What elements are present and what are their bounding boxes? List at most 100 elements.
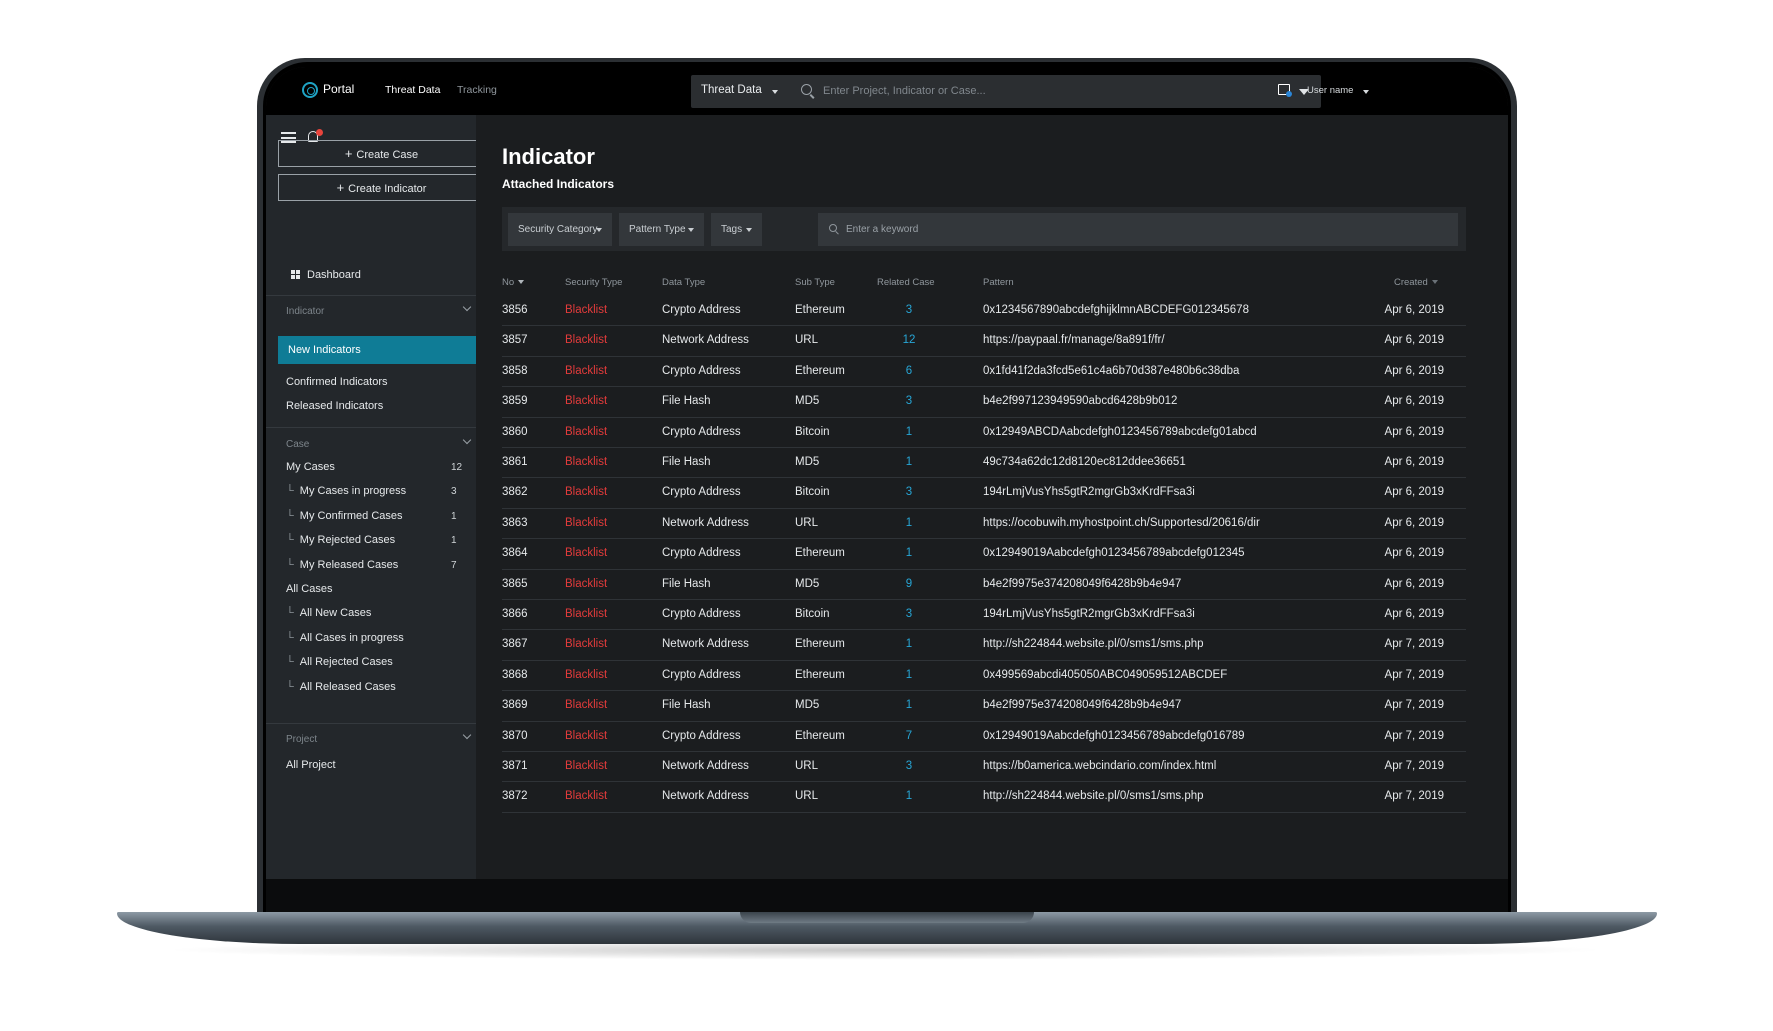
data-type: Crypto Address [662, 425, 741, 438]
filter-label: Pattern Type [629, 224, 686, 235]
sort-arrow-icon [1431, 280, 1438, 285]
sidebar-item-case[interactable]: All Cases [286, 583, 332, 595]
chevron-down-icon[interactable] [462, 435, 472, 445]
sidebar-item-case[interactable]: └ My Released Cases [286, 559, 398, 571]
related-case-link[interactable]: 3 [897, 486, 921, 498]
user-menu[interactable]: User name [1307, 85, 1353, 96]
data-type: Network Address [662, 790, 749, 803]
column-sub-type[interactable]: Sub Type [795, 277, 835, 288]
table-row[interactable]: 3863 Blacklist Network Address URL 1 https://… [502, 509, 1466, 540]
sidebar-item-dashboard[interactable]: Dashboard [307, 269, 361, 281]
chevron-down-icon[interactable] [462, 302, 472, 312]
column-security-type[interactable]: Security Type [565, 277, 622, 288]
sidebar-item-case[interactable]: └ All Cases in progress [286, 632, 404, 644]
keyword-input[interactable] [846, 220, 1436, 238]
sidebar-item-confirmed-indicators[interactable]: Confirmed Indicators [286, 376, 388, 388]
column-no[interactable]: No [502, 277, 525, 288]
sub-type: Bitcoin [795, 486, 830, 499]
table-row[interactable]: 3867 Blacklist Network Address Ethereum 1 htt… [502, 630, 1466, 661]
sidebar-item-label: New Indicators [288, 344, 361, 356]
related-case-link[interactable]: 1 [897, 638, 921, 650]
column-created[interactable]: Created [1394, 277, 1438, 288]
related-case-link[interactable]: 9 [897, 578, 921, 590]
table-row[interactable]: 3856 Blacklist Crypto Address Ethereum 3 0x12… [502, 296, 1466, 327]
app-screen: Portal Threat Data Tracking Threat Data … [266, 67, 1508, 879]
sidebar-item-released-indicators[interactable]: Released Indicators [286, 400, 383, 412]
related-case-link[interactable]: 1 [897, 426, 921, 438]
pattern: https://ocobuwih.myhostpoint.ch/Supporte… [983, 516, 1260, 529]
related-case-link[interactable]: 1 [897, 456, 921, 468]
related-case-link[interactable]: 7 [897, 730, 921, 742]
pattern: 0x1234567890abcdefghijklmnABCDEFG0123456… [983, 304, 1249, 316]
filter-security-category[interactable]: Security Category [508, 213, 612, 246]
sub-item-hook-icon: └ [286, 607, 294, 620]
sidebar-item-case[interactable]: └ All Released Cases [286, 681, 396, 693]
table-row[interactable]: 3871 Blacklist Network Address URL 3 https://… [502, 752, 1466, 783]
table-row[interactable]: 3859 Blacklist File Hash MD5 3 b4e2f997123949… [502, 387, 1466, 418]
table-row[interactable]: 3872 Blacklist Network Address URL 1 http://s… [502, 782, 1466, 813]
sidebar-item-new-indicators[interactable]: New Indicators [278, 336, 485, 364]
sidebar-item-case[interactable]: └ My Rejected Cases [286, 534, 395, 546]
sidebar-item-case[interactable]: └ My Confirmed Cases [286, 510, 403, 522]
section-project-header[interactable]: Project [286, 734, 317, 745]
search-scope-select[interactable]: Threat Data [701, 84, 762, 96]
table-row[interactable]: 3866 Blacklist Crypto Address Bitcoin 3 194rL… [502, 600, 1466, 631]
related-case-link[interactable]: 3 [897, 395, 921, 407]
laptop-mockup: Portal Threat Data Tracking Threat Data … [0, 0, 1773, 1031]
security-type: Blacklist [565, 304, 608, 316]
created-date: Apr 6, 2019 [1384, 425, 1444, 438]
global-search-bar: Threat Data [691, 75, 1321, 108]
sidebar-item-all-project[interactable]: All Project [286, 759, 336, 771]
chevron-down-icon[interactable] [1363, 90, 1369, 94]
global-search-input[interactable] [823, 81, 1263, 101]
data-type: Crypto Address [662, 364, 741, 377]
nav-tracking[interactable]: Tracking [457, 84, 497, 96]
column-related-case[interactable]: Related Case [877, 277, 935, 288]
sidebar-item-case[interactable]: My Cases [286, 461, 335, 473]
sub-item-hook-icon: └ [286, 680, 294, 693]
pattern: 0x12949019Aabcdefgh0123456789abcdefg0123… [983, 547, 1245, 560]
nav-threat-data[interactable]: Threat Data [385, 84, 440, 96]
table-row[interactable]: 3860 Blacklist Crypto Address Bitcoin 1 0x129… [502, 418, 1466, 448]
table-row[interactable]: 3864 Blacklist Crypto Address Ethereum 1 0x12… [502, 539, 1466, 570]
related-case-link[interactable]: 3 [897, 304, 921, 316]
column-data-type[interactable]: Data Type [662, 277, 705, 288]
indicator-no: 3861 [502, 456, 528, 468]
table-row[interactable]: 3861 Blacklist File Hash MD5 1 49c734a62dc12d… [502, 448, 1466, 479]
create-case-button[interactable]: + Create Case [278, 140, 485, 167]
filter-tags[interactable]: Tags [711, 213, 762, 246]
table-row[interactable]: 3862 Blacklist Crypto Address Bitcoin 3 194rL… [502, 478, 1466, 509]
related-case-link[interactable]: 3 [897, 760, 921, 772]
brand-name[interactable]: Portal [323, 82, 354, 96]
related-case-link[interactable]: 1 [897, 669, 921, 681]
related-case-link[interactable]: 1 [897, 699, 921, 711]
related-case-link[interactable]: 1 [897, 547, 921, 559]
sidebar-item-case[interactable]: └ All New Cases [286, 607, 371, 619]
table-row[interactable]: 3870 Blacklist Crypto Address Ethereum 7 0x12… [502, 722, 1466, 752]
related-case-link[interactable]: 3 [897, 608, 921, 620]
table-row[interactable]: 3858 Blacklist Crypto Address Ethereum 6 0x1f… [502, 357, 1466, 388]
filter-pattern-type[interactable]: Pattern Type [619, 213, 704, 246]
pattern: https://b0america.webcindario.com/index.… [983, 760, 1217, 772]
related-case-link[interactable]: 1 [897, 790, 921, 802]
column-pattern[interactable]: Pattern [983, 277, 1014, 288]
table-row[interactable]: 3868 Blacklist Crypto Address Ethereum 1 0x49… [502, 661, 1466, 692]
portal-logo-icon[interactable] [302, 82, 318, 98]
sidebar-item-case[interactable]: └ My Cases in progress [286, 485, 406, 497]
sub-type: MD5 [795, 577, 820, 590]
sidebar-item-case[interactable]: └ All Rejected Cases [286, 656, 393, 668]
table-header: No Security Type Data Type Sub Type Rela… [502, 273, 1466, 293]
table-row[interactable]: 3865 Blacklist File Hash MD5 9 b4e2f9975e3742… [502, 570, 1466, 600]
related-case-link[interactable]: 1 [897, 517, 921, 529]
related-case-link[interactable]: 6 [897, 365, 921, 377]
table-row[interactable]: 3869 Blacklist File Hash MD5 1 b4e2f9975e3742… [502, 691, 1466, 722]
section-indicator-header[interactable]: Indicator [286, 306, 324, 317]
sub-type: Bitcoin [795, 608, 830, 620]
table-row[interactable]: 3857 Blacklist Network Address URL 12 https:/… [502, 326, 1466, 357]
create-indicator-button[interactable]: + Create Indicator [278, 174, 485, 201]
related-case-link[interactable]: 12 [897, 334, 921, 346]
chevron-down-icon[interactable] [462, 730, 472, 740]
section-case-header[interactable]: Case [286, 439, 309, 450]
top-bar: Portal Threat Data Tracking Threat Data … [266, 67, 1508, 115]
chevron-down-icon[interactable] [772, 90, 778, 94]
